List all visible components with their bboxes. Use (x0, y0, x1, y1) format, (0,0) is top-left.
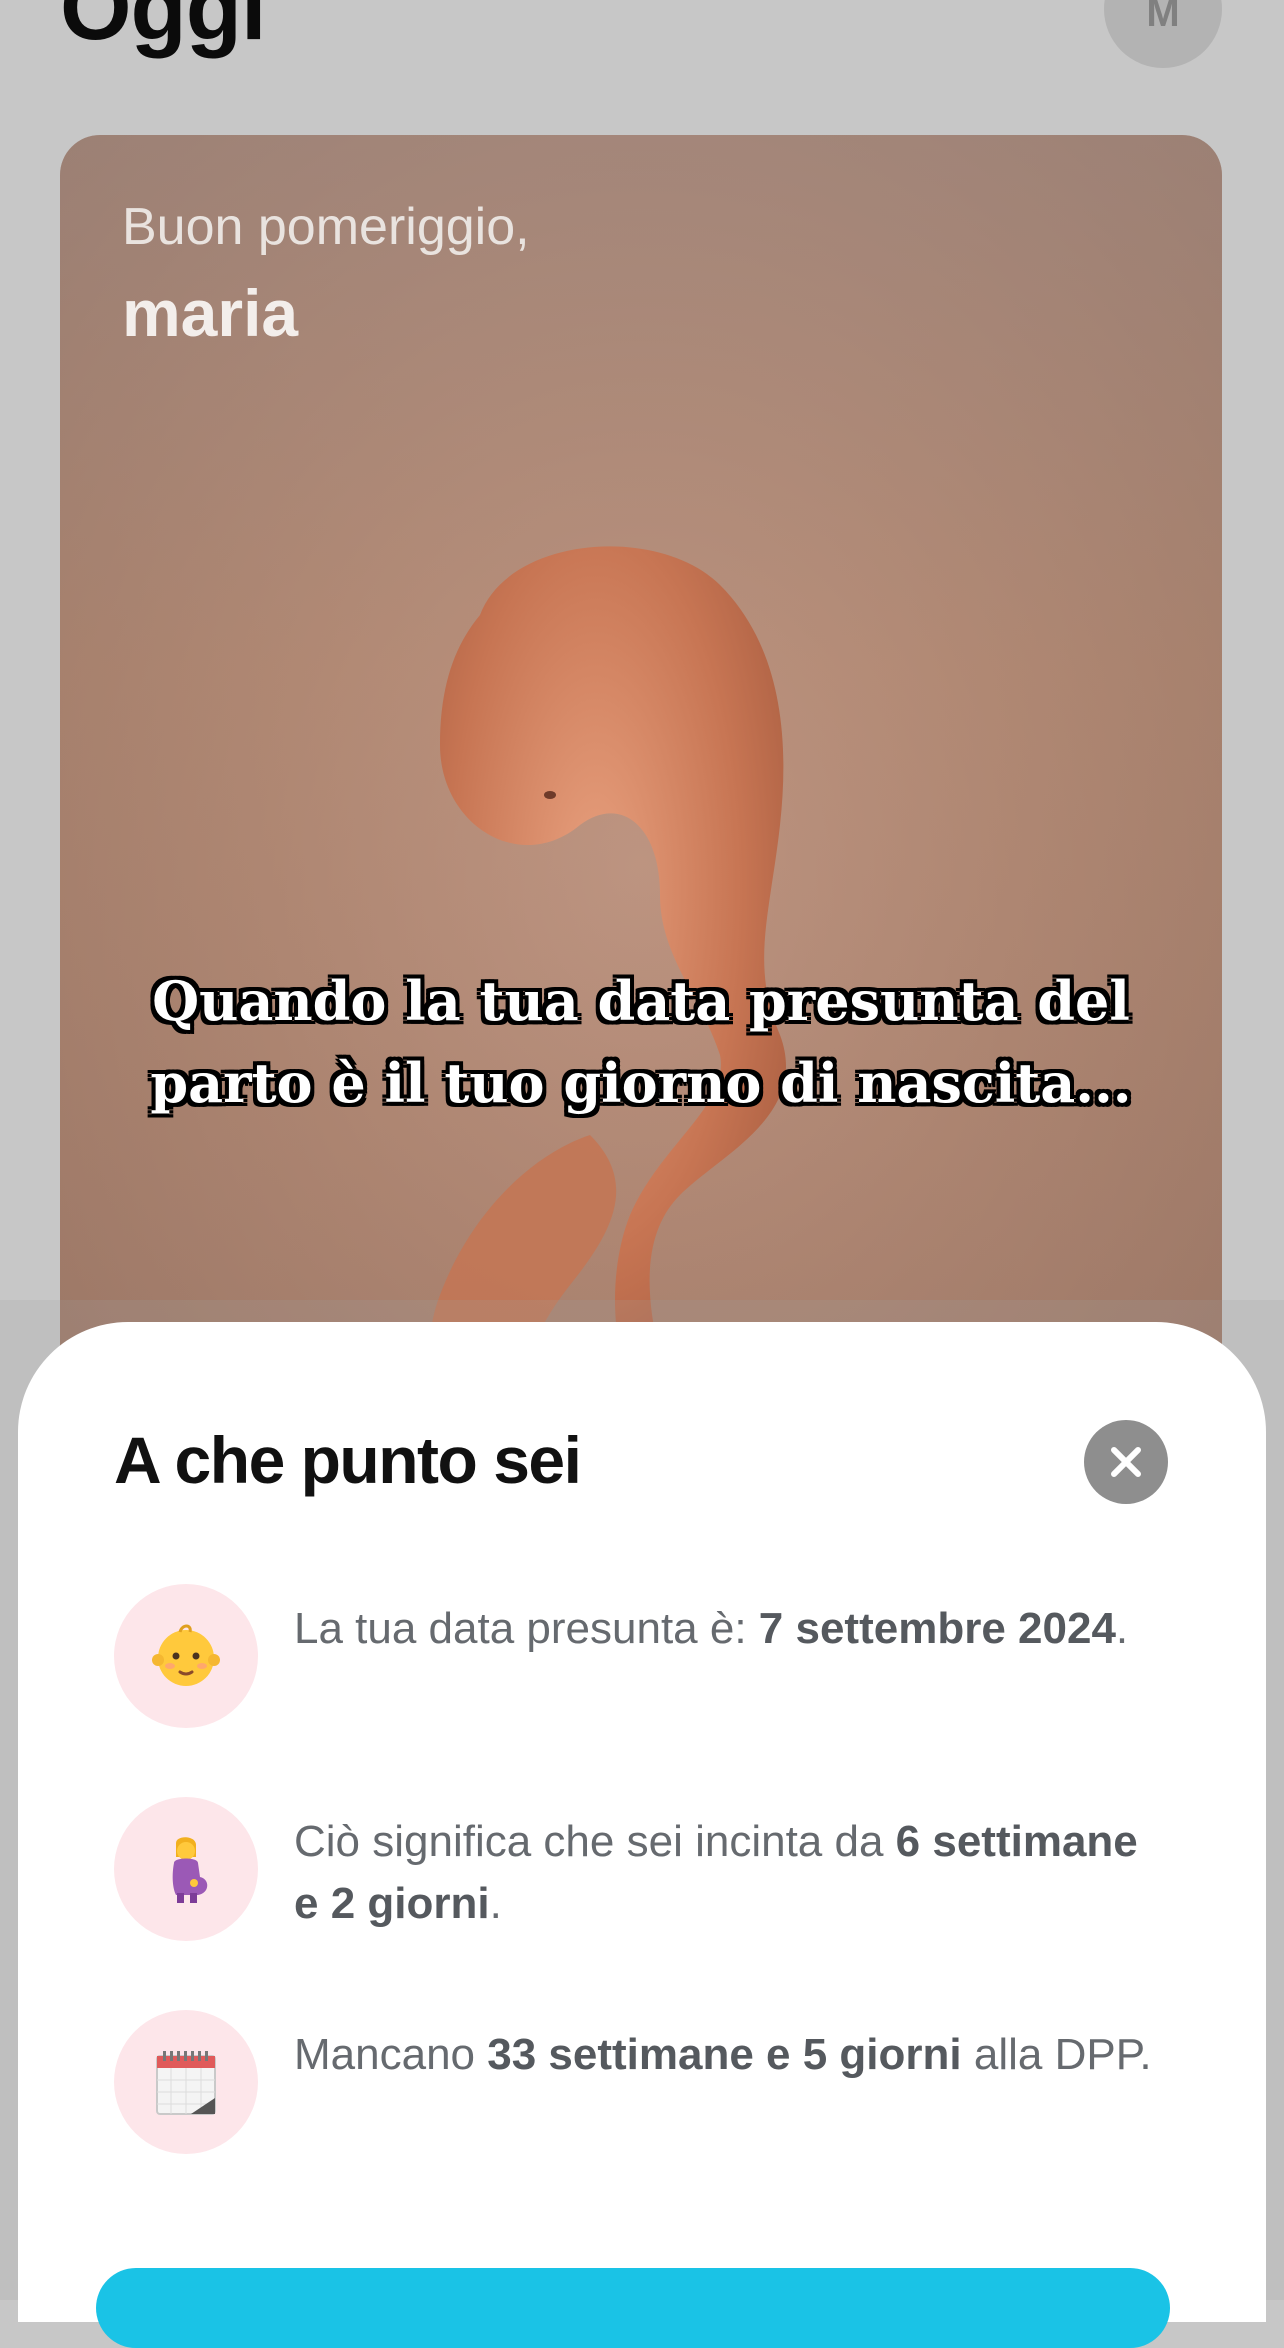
video-caption: Quando la tua data presunta del parto è … (60, 960, 1222, 1124)
close-icon (1111, 1447, 1141, 1477)
close-button[interactable] (1084, 1420, 1168, 1504)
caption-line-1: Quando la tua data presunta del (152, 969, 1130, 1033)
sheet-title: A che punto sei (114, 1423, 582, 1497)
page-title: Oggi (60, 0, 267, 59)
due-date-text: La tua data presunta è: 7 settembre 2024… (294, 1604, 1129, 1653)
primary-action-button[interactable] (96, 2268, 1170, 2348)
hero-card[interactable]: Buon pomeriggio, maria Quando la tua dat… (60, 135, 1222, 1465)
remaining-text: Mancano 33 settimane e 5 giorni alla DPP… (294, 2030, 1152, 2079)
progress-sheet: A che punto sei La tua data presunta è: … (18, 1322, 1266, 2322)
calendar-icon (114, 2010, 258, 2154)
user-name: maria (122, 276, 299, 350)
baby-face-icon (114, 1584, 258, 1728)
caption-line-2: parto è il tuo giorno di nascita... (150, 1051, 1132, 1115)
profile-avatar[interactable]: M (1104, 0, 1222, 68)
pregnant-woman-icon (114, 1797, 258, 1941)
greeting-text: Buon pomeriggio, (122, 198, 530, 256)
weeks-pregnant-text: Ciò significa che sei incinta da 6 setti… (294, 1817, 1138, 1928)
